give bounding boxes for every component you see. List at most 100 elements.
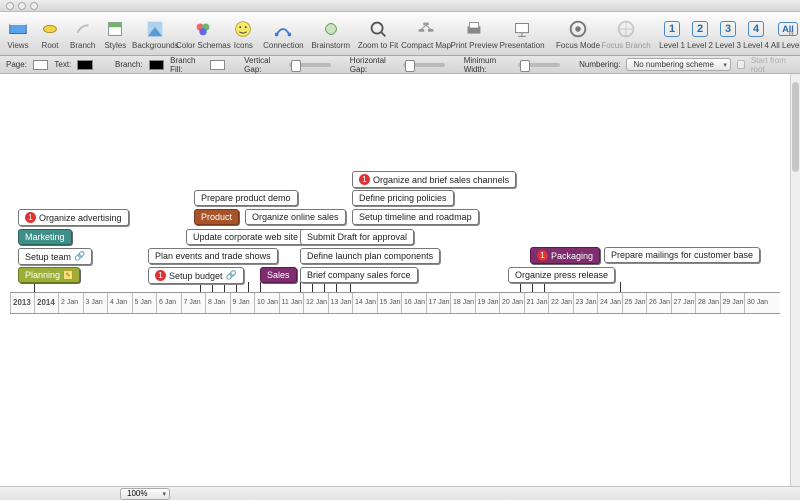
task-define-launch-components[interactable]: Define launch plan components xyxy=(300,248,440,264)
icons-button[interactable]: Icons xyxy=(231,17,255,50)
level-1-button[interactable]: 1Level 1 xyxy=(662,17,682,50)
numbering-scheme-dropdown[interactable]: No numbering scheme xyxy=(626,58,730,71)
focus-mode-button[interactable]: Focus Mode xyxy=(558,17,598,50)
branchfill-color-swatch[interactable] xyxy=(210,60,226,70)
ruler-tick: 23 Jan xyxy=(573,293,574,313)
presentation-button[interactable]: Presentation xyxy=(502,17,542,50)
zoom-to-fit-button[interactable]: Zoom to Fit xyxy=(358,17,398,50)
ruler-tick: 5 Jan xyxy=(132,293,133,313)
ruler-tick: 21 Jan xyxy=(524,293,525,313)
task-prepare-mailings[interactable]: Prepare mailings for customer base xyxy=(604,247,760,263)
category-product[interactable]: Product xyxy=(194,209,239,225)
ruler-tick: 2 Jan xyxy=(58,293,59,313)
attachment-icon: 🔗 xyxy=(74,251,85,262)
page-color-swatch[interactable] xyxy=(33,60,49,70)
level-3-button[interactable]: 3Level 3 xyxy=(718,17,738,50)
task-organize-brief-channels[interactable]: 1 Organize and brief sales channels xyxy=(352,171,516,188)
compact-map-button[interactable]: Compact Map xyxy=(406,17,446,50)
tick-label: 11 Jan xyxy=(282,299,303,306)
task-organize-advertising[interactable]: 1 Organize advertising xyxy=(18,209,129,226)
task-setup-budget[interactable]: 1 Setup budget 🔗 xyxy=(148,267,244,284)
root-button[interactable]: Root xyxy=(38,17,62,50)
task-prepare-demo[interactable]: Prepare product demo xyxy=(194,190,298,206)
task-setup-timeline-roadmap[interactable]: Setup timeline and roadmap xyxy=(352,209,479,225)
text-label: Text: xyxy=(54,60,71,69)
minimize-button[interactable] xyxy=(18,2,26,10)
node-label: Setup team xyxy=(25,252,71,262)
category-packaging[interactable]: 1 Packaging xyxy=(530,247,600,264)
task-setup-team[interactable]: Setup team 🔗 xyxy=(18,248,92,265)
ruler-tick: 10 Jan xyxy=(254,293,255,313)
styles-button[interactable]: Styles xyxy=(103,17,127,50)
node-label: Prepare product demo xyxy=(201,193,291,203)
task-define-pricing[interactable]: Define pricing policies xyxy=(352,190,454,206)
tick-label: 21 Jan xyxy=(527,299,548,306)
level-4-button[interactable]: 4Level 4 xyxy=(746,17,766,50)
brainstorm-button[interactable]: Brainstorm xyxy=(311,17,350,50)
numbering-label: Numbering: xyxy=(579,60,620,69)
tick-label: 12 Jan xyxy=(306,299,327,306)
node-label: Setup budget xyxy=(169,271,223,281)
task-brief-sales-force[interactable]: Brief company sales force xyxy=(300,267,418,283)
tick-label: 18 Jan xyxy=(453,299,474,306)
node-label: Packaging xyxy=(551,251,593,261)
backgrounds-button[interactable]: Backgrounds xyxy=(135,17,175,50)
category-planning[interactable]: Planning ✎ xyxy=(18,267,80,283)
start-from-root-checkbox[interactable] xyxy=(737,60,745,69)
tick-label: 29 Jan xyxy=(723,299,744,306)
ruler-tick: 12 Jan xyxy=(303,293,304,313)
hgap-slider[interactable] xyxy=(403,63,445,67)
zoom-button[interactable] xyxy=(30,2,38,10)
tick-label: 3 Jan xyxy=(86,299,103,306)
ruler-tick: 20 Jan xyxy=(499,293,500,313)
tick-label: 16 Jan xyxy=(404,299,425,306)
tick-label: 5 Jan xyxy=(135,299,152,306)
category-marketing[interactable]: Marketing xyxy=(18,229,72,245)
ruler-tick: 7 Jan xyxy=(181,293,182,313)
connector xyxy=(324,282,325,292)
task-submit-draft[interactable]: Submit Draft for approval xyxy=(300,229,414,245)
map-canvas[interactable]: 2013 2014 2 Jan3 Jan4 Jan5 Jan6 Jan7 Jan… xyxy=(0,74,790,486)
node-label: Sales xyxy=(267,270,290,280)
toolbar-overflow-icon[interactable]: » xyxy=(787,26,794,40)
views-button[interactable]: Views xyxy=(6,17,30,50)
ruler-tick: 27 Jan xyxy=(671,293,672,313)
vgap-label: Vertical Gap: xyxy=(244,56,283,74)
task-update-website[interactable]: Update corporate web site xyxy=(186,229,305,245)
ruler-tick: 6 Jan xyxy=(156,293,157,313)
level-2-button[interactable]: 2Level 2 xyxy=(690,17,710,50)
connector xyxy=(520,282,521,292)
status-bar: 100% xyxy=(0,486,800,500)
minw-slider[interactable] xyxy=(518,63,560,67)
vgap-slider[interactable] xyxy=(289,63,331,67)
task-plan-events[interactable]: Plan events and trade shows xyxy=(148,248,278,264)
zoom-value: 100% xyxy=(127,489,147,498)
connection-button[interactable]: Connection xyxy=(263,17,303,50)
node-label: Planning xyxy=(25,270,60,280)
page-label: Page: xyxy=(6,60,27,69)
ruler-tick: 26 Jan xyxy=(646,293,647,313)
text-color-swatch[interactable] xyxy=(77,60,93,70)
level-2-label: Level 2 xyxy=(687,41,713,50)
focus-branch-label: Focus Branch xyxy=(601,41,650,50)
print-preview-button[interactable]: Print Preview xyxy=(454,17,494,50)
color-schemas-label: Color Schemas xyxy=(176,41,231,50)
level-4-label: Level 4 xyxy=(743,41,769,50)
tick-label: 28 Jan xyxy=(698,299,719,306)
priority-badge: 1 xyxy=(155,270,166,281)
task-organize-online-sales[interactable]: Organize online sales xyxy=(245,209,346,225)
zoom-dropdown[interactable]: 100% xyxy=(120,488,170,500)
scrollbar-thumb[interactable] xyxy=(792,82,799,172)
branch-button[interactable]: Branch xyxy=(70,17,95,50)
color-schemas-button[interactable]: Color Schemas xyxy=(183,17,223,50)
compact-map-label: Compact Map xyxy=(401,41,451,50)
connector xyxy=(350,282,351,292)
close-button[interactable] xyxy=(6,2,14,10)
tick-label: 19 Jan xyxy=(478,299,499,306)
task-organize-press-release[interactable]: Organize press release xyxy=(508,267,615,283)
focus-branch-button[interactable]: Focus Branch xyxy=(606,17,646,50)
branch-color-swatch[interactable] xyxy=(149,60,165,70)
tick-label: 24 Jan xyxy=(600,299,621,306)
category-sales[interactable]: Sales xyxy=(260,267,297,283)
vertical-scrollbar[interactable] xyxy=(790,74,800,486)
